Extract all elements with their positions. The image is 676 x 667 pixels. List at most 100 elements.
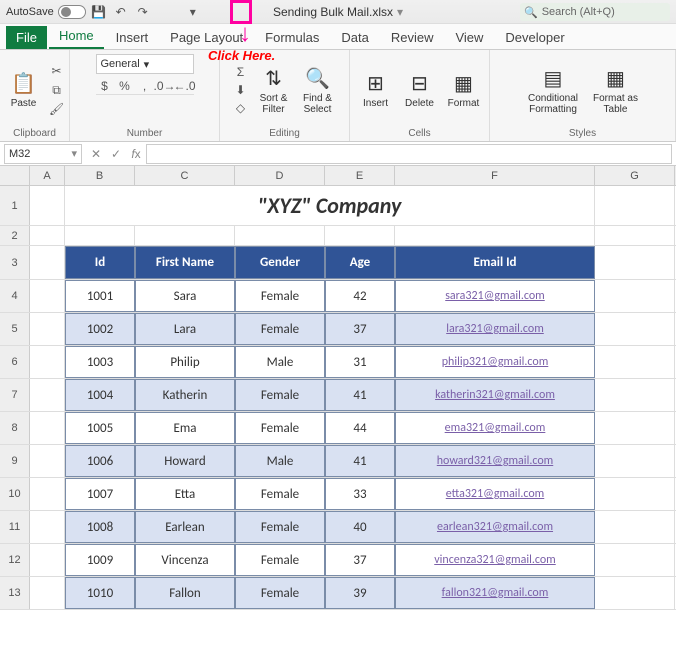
toggle-switch[interactable]	[58, 5, 86, 19]
hdr-gender[interactable]: Gender	[235, 246, 325, 279]
cell[interactable]	[595, 226, 675, 245]
select-all-corner[interactable]	[0, 166, 30, 185]
tab-view[interactable]: View	[445, 26, 493, 49]
row-3-header[interactable]: 3	[0, 246, 30, 279]
cell-email[interactable]: vincenza321@gmail.com	[395, 544, 595, 576]
row-header[interactable]: 4	[0, 280, 30, 312]
cell[interactable]	[595, 246, 675, 279]
cell[interactable]	[30, 313, 65, 345]
col-G[interactable]: G	[595, 166, 675, 185]
hdr-id[interactable]: Id	[65, 246, 135, 279]
name-box[interactable]: M32▾	[4, 144, 82, 164]
cell-gender[interactable]: Female	[235, 511, 325, 543]
cell-gender[interactable]: Female	[235, 478, 325, 510]
cell[interactable]	[595, 544, 675, 576]
col-D[interactable]: D	[235, 166, 325, 185]
row-1-header[interactable]: 1	[0, 186, 30, 225]
tab-review[interactable]: Review	[381, 26, 444, 49]
clear-icon[interactable]: ◇	[232, 100, 250, 116]
cell-gender[interactable]: Male	[235, 346, 325, 378]
cancel-formula-icon[interactable]: ✕	[86, 147, 106, 161]
number-format-dropdown[interactable]: General▾	[96, 54, 194, 74]
cell-gender[interactable]: Female	[235, 280, 325, 312]
find-select-button[interactable]: 🔍Find & Select	[298, 66, 338, 115]
cell[interactable]	[30, 186, 65, 225]
delete-cells-button[interactable]: ⊟Delete	[400, 71, 440, 109]
autosum-icon[interactable]: Σ	[232, 64, 250, 80]
cell-id[interactable]: 1001	[65, 280, 135, 312]
cut-icon[interactable]: ✂	[48, 63, 66, 79]
cell[interactable]	[30, 280, 65, 312]
cell-email[interactable]: etta321@gmail.com	[395, 478, 595, 510]
cell[interactable]	[235, 226, 325, 245]
cell-email[interactable]: lara321@gmail.com	[395, 313, 595, 345]
undo-icon[interactable]: ↶	[112, 3, 130, 21]
cell[interactable]	[595, 412, 675, 444]
insert-cells-button[interactable]: ⊞Insert	[356, 71, 396, 109]
cell[interactable]	[595, 577, 675, 609]
col-F[interactable]: F	[395, 166, 595, 185]
col-B[interactable]: B	[65, 166, 135, 185]
cell-id[interactable]: 1007	[65, 478, 135, 510]
tab-formulas[interactable]: Formulas	[255, 26, 329, 49]
row-header[interactable]: 5	[0, 313, 30, 345]
cell-first[interactable]: Sara	[135, 280, 235, 312]
cell-age[interactable]: 40	[325, 511, 395, 543]
cell-id[interactable]: 1004	[65, 379, 135, 411]
company-title[interactable]: "XYZ" Company	[65, 186, 595, 225]
cell-gender[interactable]: Female	[235, 577, 325, 609]
cell-id[interactable]: 1006	[65, 445, 135, 477]
paste-button[interactable]: 📋Paste	[4, 71, 44, 109]
cell-first[interactable]: Vincenza	[135, 544, 235, 576]
cell[interactable]	[325, 226, 395, 245]
cell[interactable]	[395, 226, 595, 245]
format-as-table-button[interactable]: ▦Format as Table	[588, 66, 643, 115]
qat-customize-icon[interactable]: ▾	[184, 3, 202, 21]
fill-icon[interactable]: ⬇	[232, 82, 250, 98]
cell-email[interactable]: sara321@gmail.com	[395, 280, 595, 312]
cell-email[interactable]: howard321@gmail.com	[395, 445, 595, 477]
cell-email[interactable]: katherin321@gmail.com	[395, 379, 595, 411]
cell-id[interactable]: 1003	[65, 346, 135, 378]
row-2-header[interactable]: 2	[0, 226, 30, 245]
tab-file[interactable]: File	[6, 26, 47, 49]
col-A[interactable]: A	[30, 166, 65, 185]
cell-id[interactable]: 1009	[65, 544, 135, 576]
cell-age[interactable]: 41	[325, 379, 395, 411]
col-E[interactable]: E	[325, 166, 395, 185]
search-input[interactable]: 🔍 Search (Alt+Q)	[520, 3, 670, 21]
spreadsheet-grid[interactable]: 1 "XYZ" Company 2 3 Id First Name Gender…	[0, 186, 676, 610]
comma-icon[interactable]: ,	[136, 78, 154, 94]
cell-first[interactable]: Fallon	[135, 577, 235, 609]
sort-filter-button[interactable]: ⇅Sort & Filter	[254, 66, 294, 115]
cell[interactable]	[595, 379, 675, 411]
cell[interactable]	[30, 511, 65, 543]
cell-email[interactable]: earlean321@gmail.com	[395, 511, 595, 543]
format-cells-button[interactable]: ▦Format	[444, 71, 484, 109]
cell-id[interactable]: 1005	[65, 412, 135, 444]
cell-gender[interactable]: Female	[235, 544, 325, 576]
row-header[interactable]: 12	[0, 544, 30, 576]
cell-gender[interactable]: Female	[235, 379, 325, 411]
cell[interactable]	[30, 246, 65, 279]
cell-age[interactable]: 39	[325, 577, 395, 609]
tab-data[interactable]: Data	[331, 26, 378, 49]
conditional-formatting-button[interactable]: ▤Conditional Formatting	[522, 66, 584, 115]
cell[interactable]	[595, 186, 675, 225]
row-header[interactable]: 6	[0, 346, 30, 378]
cell-email[interactable]: ema321@gmail.com	[395, 412, 595, 444]
formula-bar[interactable]	[146, 144, 672, 164]
row-header[interactable]: 9	[0, 445, 30, 477]
cell[interactable]	[595, 313, 675, 345]
cell[interactable]	[595, 511, 675, 543]
cell-email[interactable]: fallon321@gmail.com	[395, 577, 595, 609]
cell[interactable]	[595, 478, 675, 510]
cell[interactable]	[30, 346, 65, 378]
cell[interactable]	[595, 280, 675, 312]
cell-first[interactable]: Katherin	[135, 379, 235, 411]
cell[interactable]	[595, 445, 675, 477]
cell-age[interactable]: 37	[325, 313, 395, 345]
cell-age[interactable]: 31	[325, 346, 395, 378]
cell-gender[interactable]: Male	[235, 445, 325, 477]
accounting-icon[interactable]: $	[96, 78, 114, 94]
